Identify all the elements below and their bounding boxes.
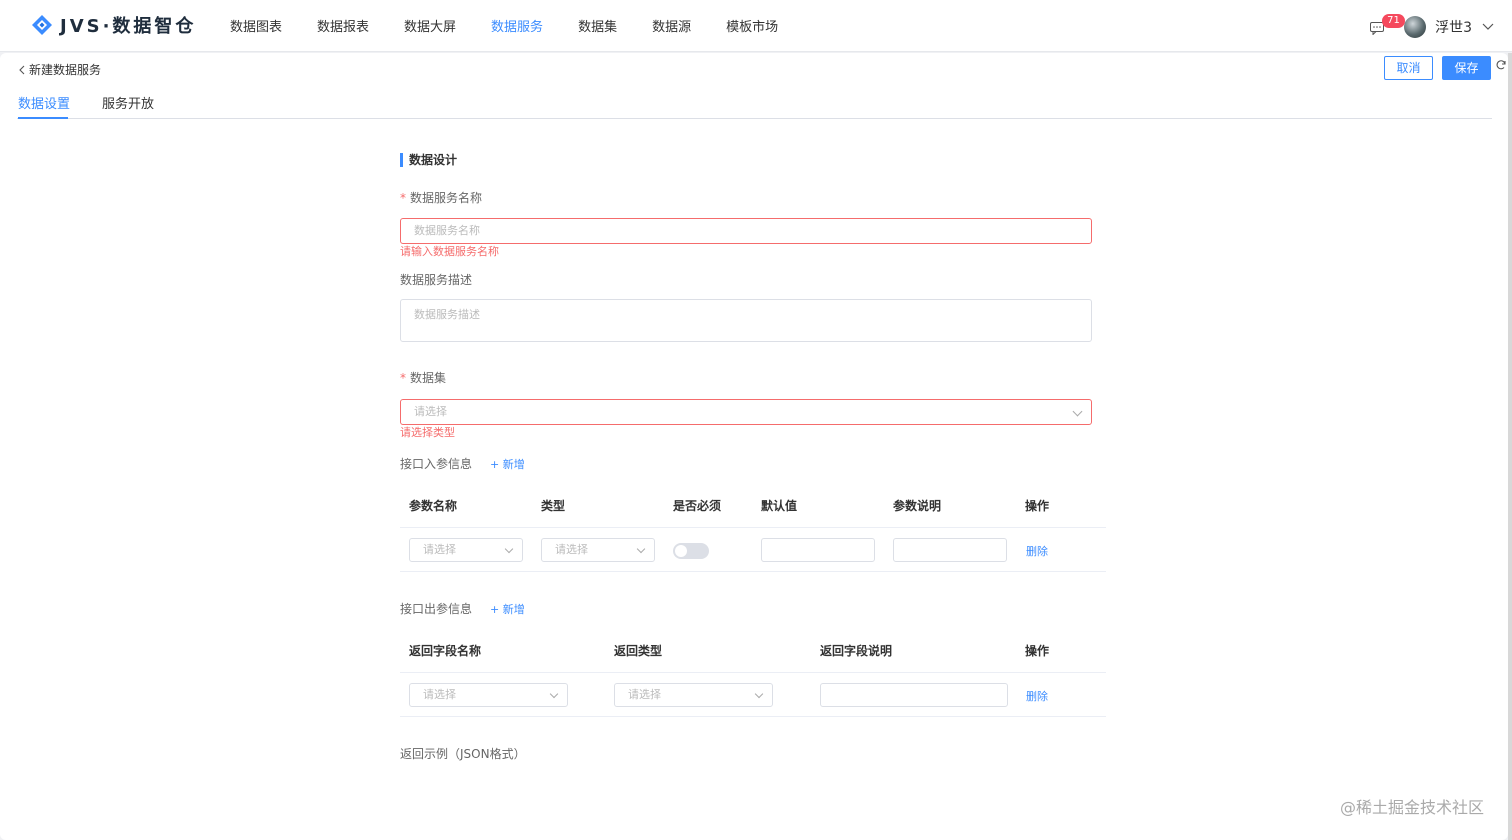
default-value-input[interactable] <box>761 538 875 562</box>
param-desc-input[interactable] <box>893 538 1007 562</box>
param-name-select[interactable]: 请选择 <box>409 538 523 562</box>
dataset-select[interactable]: 请选择 <box>400 399 1092 425</box>
user-area: 71 浮世3 <box>1370 12 1494 42</box>
refresh-icon[interactable] <box>1495 59 1507 71</box>
user-name[interactable]: 浮世3 <box>1435 17 1472 37</box>
top-bar: JVS·数据智仓 数据图表 数据报表 数据大屏 数据服务 数据集 数据源 模板市… <box>0 0 1512 52</box>
divider <box>400 571 1106 572</box>
tab-service-open[interactable]: 服务开放 <box>102 93 154 119</box>
name-label: * 数据服务名称 <box>400 191 483 205</box>
th-action: 操作 <box>1025 644 1050 658</box>
nav-item-bigscreen[interactable]: 数据大屏 <box>404 0 456 52</box>
out-params-label: 接口出参信息 <box>400 602 473 616</box>
dataset-label: * 数据集 <box>400 371 447 385</box>
param-type-select[interactable]: 请选择 <box>541 538 655 562</box>
th-required: 是否必须 <box>673 499 722 513</box>
watermark: @稀土掘金技术社区 <box>1339 798 1484 817</box>
chevron-down-icon <box>754 689 764 699</box>
cancel-button[interactable]: 取消 <box>1384 56 1433 80</box>
return-type-select[interactable]: 请选择 <box>614 683 773 707</box>
required-toggle[interactable] <box>673 543 709 559</box>
chevron-down-icon <box>549 689 559 699</box>
logo-text: JVS·数据智仓 <box>60 16 197 37</box>
nav-item-template-market[interactable]: 模板市场 <box>726 0 778 52</box>
message-button[interactable]: 71 <box>1370 14 1405 36</box>
service-desc-textarea[interactable]: 数据服务描述 <box>400 299 1092 342</box>
return-field-select[interactable]: 请选择 <box>409 683 568 707</box>
nav-item-charts[interactable]: 数据图表 <box>230 0 282 52</box>
divider <box>400 527 1106 528</box>
in-params-label: 接口入参信息 <box>400 457 473 471</box>
divider <box>400 672 1106 673</box>
divider <box>400 716 1106 717</box>
chevron-down-icon <box>504 544 514 554</box>
nav-item-dataset[interactable]: 数据集 <box>578 0 617 52</box>
logo[interactable]: JVS·数据智仓 <box>30 12 196 38</box>
th-return-desc: 返回字段说明 <box>820 644 893 658</box>
th-type: 类型 <box>541 499 566 513</box>
th-action: 操作 <box>1025 499 1050 513</box>
avatar[interactable] <box>1404 16 1427 38</box>
main-card: 新建数据服务 取消 保存 数据设置 服务开放 数据设计 * 数据服务名称 数据服务… <box>0 53 1508 840</box>
service-name-input[interactable]: 数据服务名称 <box>400 218 1092 244</box>
chevron-down-icon[interactable] <box>1482 23 1494 31</box>
add-in-param-button[interactable]: + 新增 <box>490 456 525 472</box>
tab-data-settings[interactable]: 数据设置 <box>18 93 70 119</box>
tab-bar: 数据设置 服务开放 <box>17 93 1492 119</box>
main-nav: 数据图表 数据报表 数据大屏 数据服务 数据集 数据源 模板市场 <box>230 0 813 52</box>
back-label: 新建数据服务 <box>29 63 102 77</box>
chevron-left-icon <box>19 65 25 74</box>
th-default: 默认值 <box>761 499 798 513</box>
th-param-desc: 参数说明 <box>893 499 942 513</box>
desc-label: 数据服务描述 <box>400 273 473 287</box>
example-label: 返回示例（JSON格式） <box>400 747 526 761</box>
delete-in-param-button[interactable]: 删除 <box>1026 543 1048 559</box>
dataset-error: 请选择类型 <box>400 426 455 439</box>
add-out-param-button[interactable]: + 新增 <box>490 601 525 617</box>
delete-out-param-button[interactable]: 删除 <box>1026 688 1048 704</box>
section-title: 数据设计 <box>400 153 457 167</box>
logo-icon <box>32 15 52 35</box>
chevron-down-icon <box>636 544 646 554</box>
th-return-type: 返回类型 <box>614 644 663 658</box>
back-link[interactable]: 新建数据服务 <box>18 61 101 78</box>
nav-item-datasource[interactable]: 数据源 <box>652 0 691 52</box>
nav-item-reports[interactable]: 数据报表 <box>317 0 369 52</box>
message-badge: 71 <box>1382 14 1405 28</box>
save-button[interactable]: 保存 <box>1442 56 1491 80</box>
chevron-down-icon <box>1072 406 1083 417</box>
name-error: 请输入数据服务名称 <box>400 245 499 258</box>
th-return-field: 返回字段名称 <box>409 644 482 658</box>
scrollbar[interactable] <box>1508 53 1512 840</box>
return-desc-input[interactable] <box>820 683 1008 707</box>
th-param-name: 参数名称 <box>409 499 458 513</box>
nav-item-data-service[interactable]: 数据服务 <box>491 0 543 52</box>
